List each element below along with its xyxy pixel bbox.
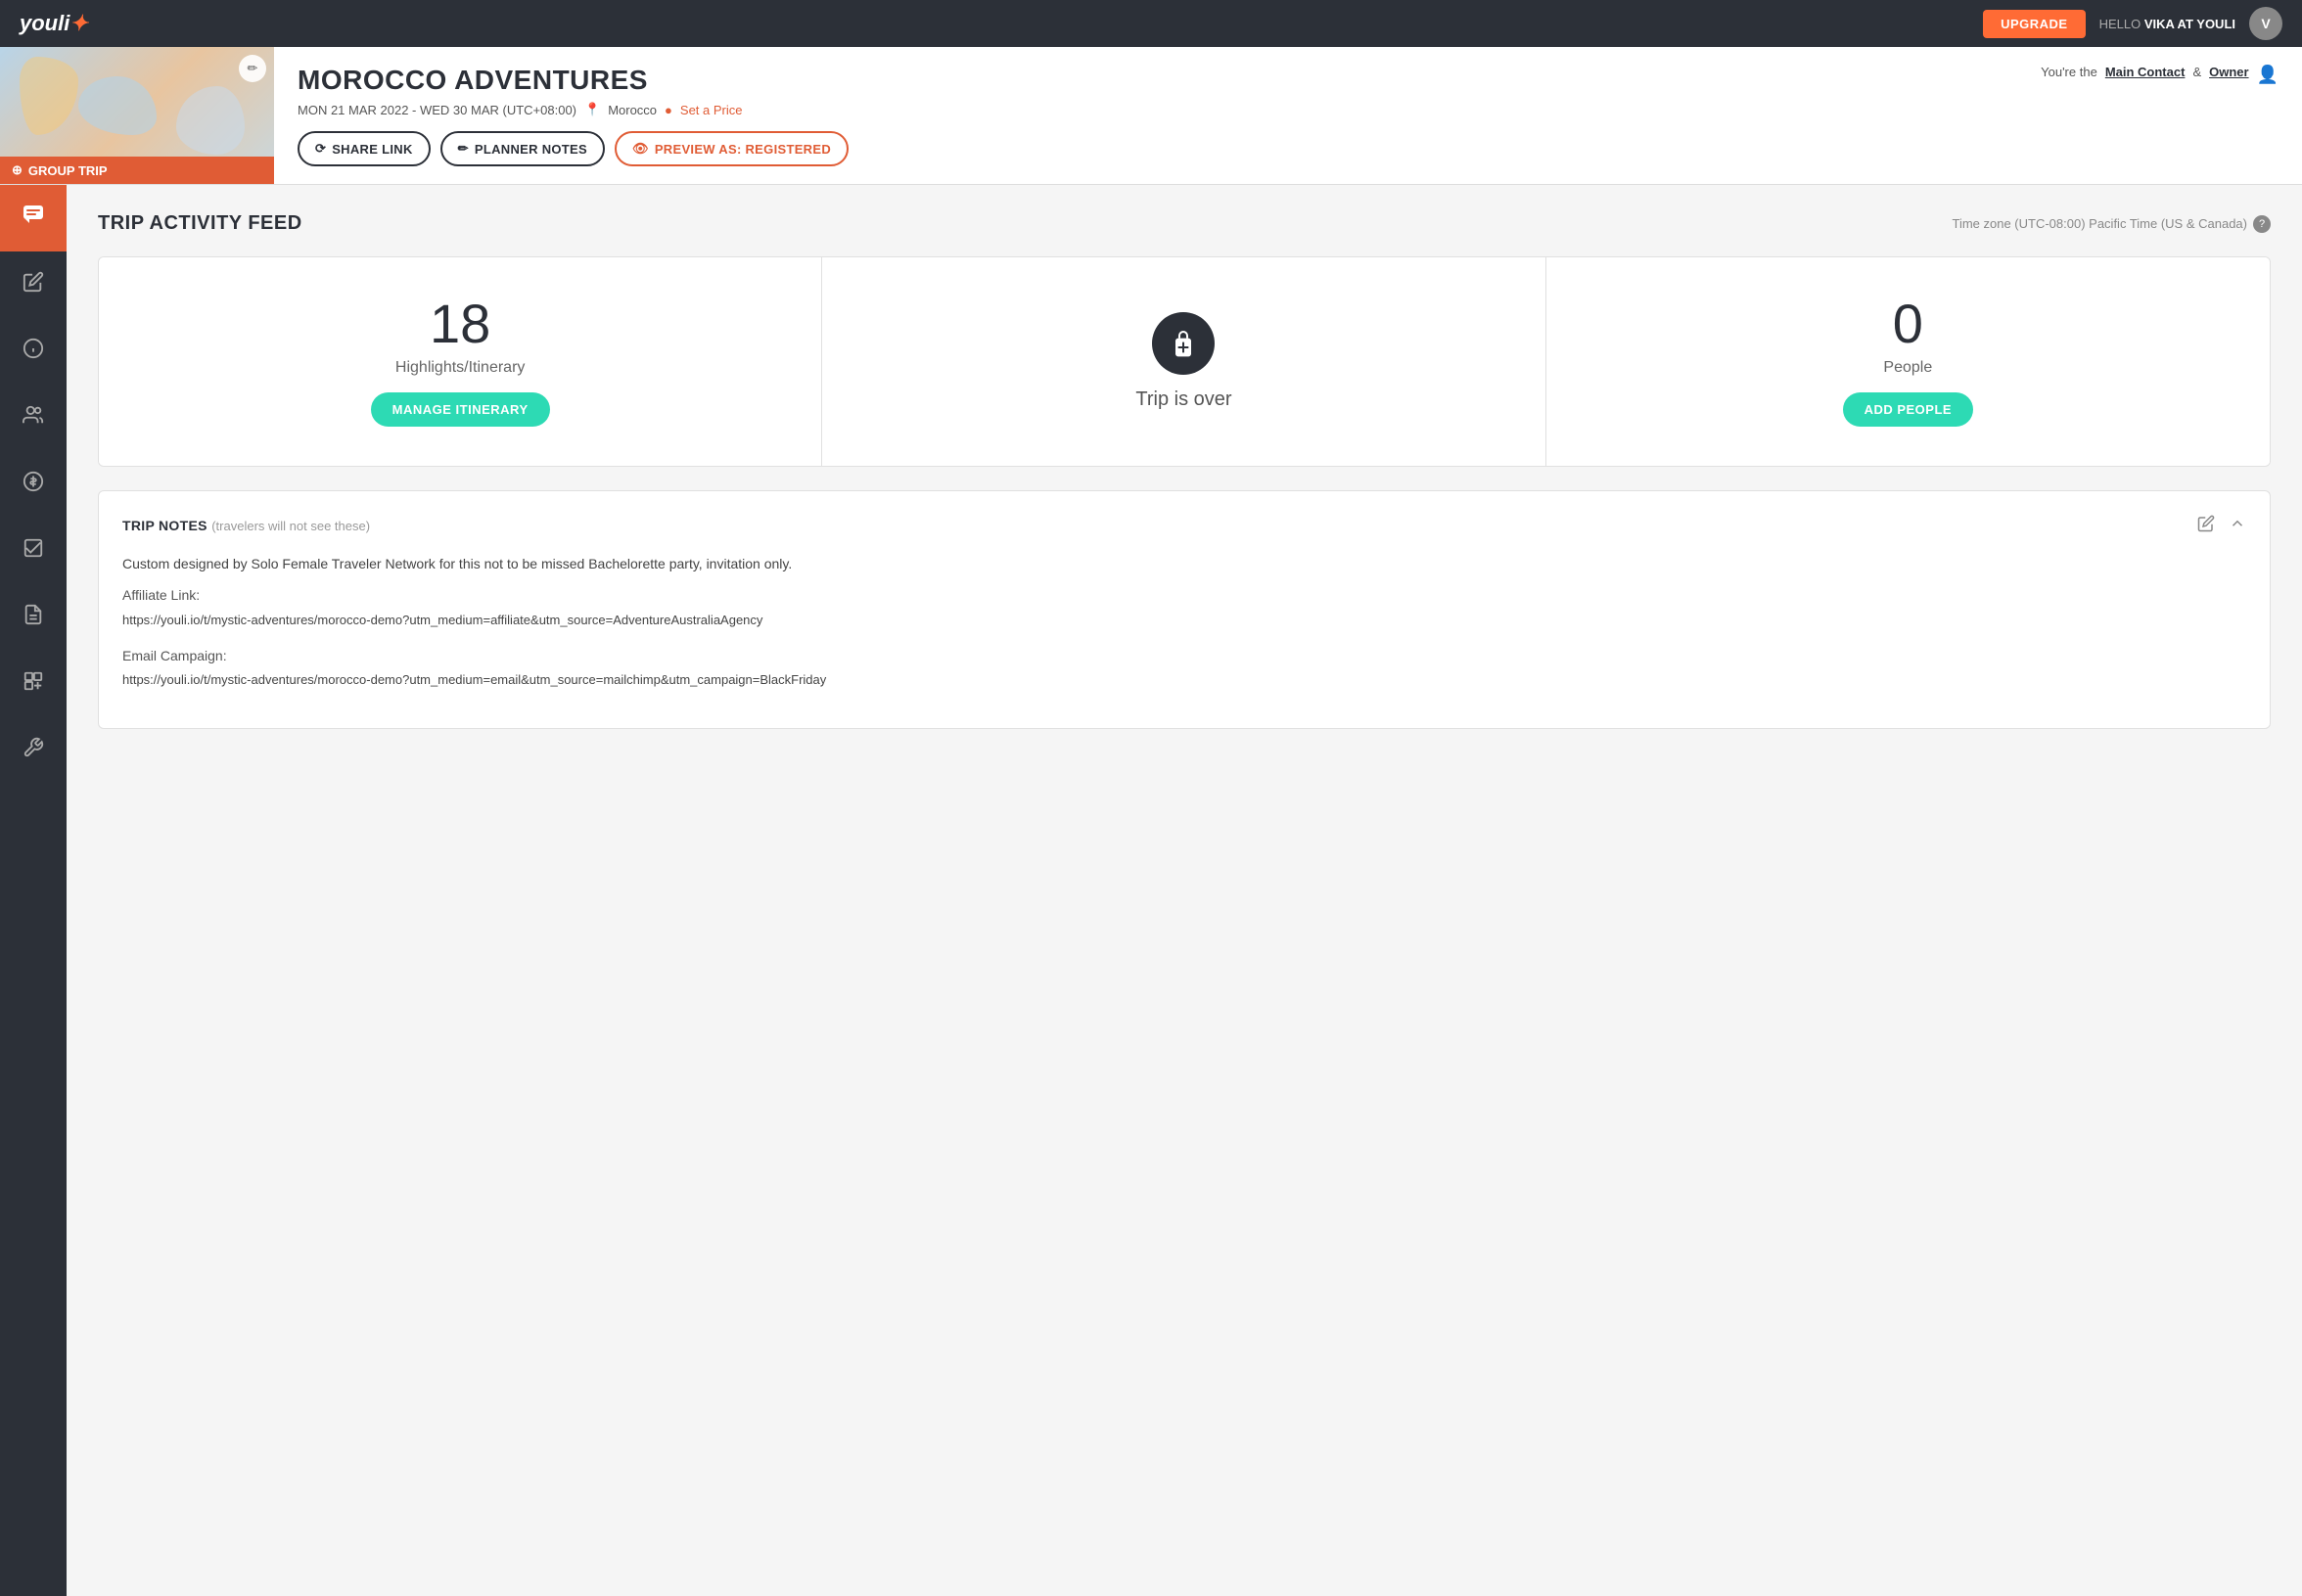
top-navigation: youli✦ UPGRADE HELLO VIKA AT YOULI V [0, 0, 2302, 47]
notes-header: TRIP NOTES (travelers will not see these… [122, 515, 2246, 537]
notes-actions [2197, 515, 2246, 537]
collapse-notes-button[interactable] [2229, 515, 2246, 537]
trip-over-label: Trip is over [1135, 388, 1231, 411]
owner-link[interactable]: Owner [2209, 65, 2248, 79]
trip-actions: ⟳ SHARE LINK ✏ PLANNER NOTES 👁 PREVIEW A… [298, 131, 1994, 166]
warning-icon: ● [665, 103, 672, 117]
avatar[interactable]: V [2249, 7, 2282, 40]
sidebar-item-edit[interactable] [0, 251, 67, 318]
eye-icon: 👁 [632, 141, 649, 157]
section-header: TRIP ACTIVITY FEED Time zone (UTC-08:00)… [98, 212, 2271, 235]
timezone-info: Time zone (UTC-08:00) Pacific Time (US &… [1952, 215, 2271, 233]
share-icon: ⟳ [315, 141, 326, 157]
sidebar-item-people[interactable] [0, 385, 67, 451]
dollar-icon [23, 471, 44, 498]
itinerary-stat-card: 18 Highlights/Itinerary MANAGE ITINERARY [99, 257, 822, 466]
person-icon: 👤 [2257, 65, 2279, 85]
trip-owner-info: You're the Main Contact & Owner 👤 [2017, 47, 2302, 184]
sidebar-item-activity-feed[interactable] [0, 185, 67, 251]
hello-text: HELLO VIKA AT YOULI [2099, 17, 2235, 31]
edit-notes-button[interactable] [2197, 515, 2215, 537]
email-campaign-label: Email Campaign: [122, 645, 2246, 666]
location-pin-icon: 📍 [584, 102, 600, 117]
trip-dates: MON 21 MAR 2022 - WED 30 MAR (UTC+08:00)… [298, 102, 1994, 117]
notes-title-area: TRIP NOTES (travelers will not see these… [122, 518, 370, 535]
people-label: People [1883, 359, 1932, 377]
checkmark-icon [23, 537, 44, 565]
pencil-icon [23, 271, 44, 298]
edit-image-button[interactable]: ✏ [239, 55, 266, 82]
people-stat-card: 0 People ADD PEOPLE [1546, 257, 2270, 466]
sidebar-item-documents[interactable] [0, 584, 67, 651]
info-icon [23, 338, 44, 365]
notes-body-text: Custom designed by Solo Female Traveler … [122, 553, 2246, 574]
planner-notes-button[interactable]: ✏ PLANNER NOTES [440, 131, 605, 166]
manage-itinerary-button[interactable]: MANAGE ITINERARY [371, 392, 550, 427]
chat-icon [22, 204, 45, 233]
app-logo[interactable]: youli✦ [20, 11, 88, 36]
tag-icon [23, 670, 44, 698]
share-link-button[interactable]: ⟳ SHARE LINK [298, 131, 431, 166]
trip-image: ✏ ⊕ GROUP TRIP [0, 47, 274, 184]
main-contact-link[interactable]: Main Contact [2105, 65, 2186, 79]
notes-icon: ✏ [458, 141, 469, 157]
group-trip-badge: ⊕ GROUP TRIP [0, 157, 274, 184]
sidebar-item-info[interactable] [0, 318, 67, 385]
people-icon [23, 404, 44, 432]
sidebar-item-tags[interactable] [0, 651, 67, 717]
preview-button[interactable]: 👁 PREVIEW AS: REGISTERED [615, 131, 849, 166]
set-price-link[interactable]: Set a Price [680, 103, 743, 117]
itinerary-label: Highlights/Itinerary [395, 359, 526, 377]
info-circle-button[interactable]: ? [2253, 215, 2271, 233]
wrench-icon [23, 737, 44, 764]
trip-info: MOROCCO ADVENTURES MON 21 MAR 2022 - WED… [274, 47, 2017, 184]
notes-title: TRIP NOTES [122, 518, 207, 533]
trip-title: MOROCCO ADVENTURES [298, 65, 1994, 96]
nav-right: UPGRADE HELLO VIKA AT YOULI V [1983, 7, 2282, 40]
trip-status-card: Trip is over [822, 257, 1545, 466]
main-content: TRIP ACTIVITY FEED Time zone (UTC-08:00)… [67, 185, 2302, 1596]
itinerary-count: 18 [430, 296, 490, 351]
add-people-button[interactable]: ADD PEOPLE [1843, 392, 1974, 427]
luggage-icon-wrapper [1152, 312, 1215, 375]
sidebar-item-settings[interactable] [0, 717, 67, 784]
affiliate-label: Affiliate Link: [122, 584, 2246, 606]
sidebar-item-tasks[interactable] [0, 518, 67, 584]
stats-row: 18 Highlights/Itinerary MANAGE ITINERARY… [98, 256, 2271, 467]
group-icon: ⊕ [12, 162, 23, 178]
document-icon [23, 604, 44, 631]
people-count: 0 [1893, 296, 1923, 351]
upgrade-button[interactable]: UPGRADE [1983, 10, 2086, 38]
luggage-icon [1168, 328, 1199, 359]
main-layout: TRIP ACTIVITY FEED Time zone (UTC-08:00)… [0, 185, 2302, 1596]
section-title: TRIP ACTIVITY FEED [98, 212, 302, 235]
notes-content: Custom designed by Solo Female Traveler … [122, 553, 2246, 691]
sidebar-item-pricing[interactable] [0, 451, 67, 518]
trip-notes-card: TRIP NOTES (travelers will not see these… [98, 490, 2271, 729]
affiliate-url: https://youli.io/t/mystic-adventures/mor… [122, 611, 2246, 631]
email-campaign-url: https://youli.io/t/mystic-adventures/mor… [122, 670, 2246, 691]
trip-header: ✏ ⊕ GROUP TRIP MOROCCO ADVENTURES MON 21… [0, 47, 2302, 185]
sidebar [0, 185, 67, 1596]
notes-subtitle: (travelers will not see these) [211, 519, 370, 533]
